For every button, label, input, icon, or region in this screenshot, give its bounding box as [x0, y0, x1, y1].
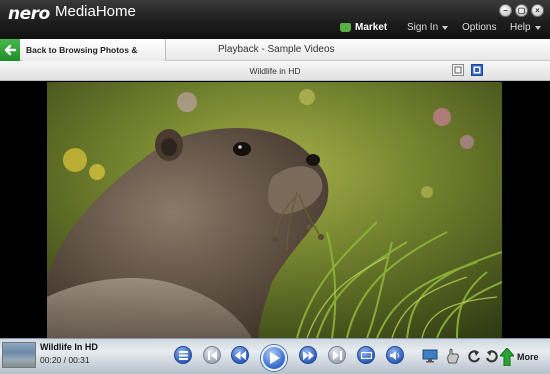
more-arrow-icon [500, 348, 514, 366]
close-icon: × [535, 6, 540, 15]
rotate-left-icon[interactable] [468, 348, 481, 363]
aspect-icon [360, 351, 372, 359]
help-label: Help [510, 22, 531, 33]
back-arrow-button[interactable] [0, 39, 20, 61]
options-menu[interactable]: Options [462, 22, 496, 33]
rewind-button[interactable] [231, 346, 249, 364]
next-button[interactable] [328, 346, 346, 364]
volume-icon [390, 350, 400, 360]
volume-button[interactable] [386, 346, 404, 364]
clip-title: Wildlife In HD [40, 342, 98, 352]
restore-icon: ▢ [517, 6, 526, 15]
share-hand-icon[interactable] [446, 348, 460, 364]
stop-button[interactable] [174, 346, 192, 364]
rewind-icon [234, 350, 246, 360]
next-icon [332, 350, 342, 360]
video-image [47, 82, 502, 338]
restore-button[interactable]: ▢ [515, 4, 528, 17]
fast-forward-icon [302, 350, 314, 360]
chevron-down-icon [442, 25, 449, 30]
page-title: Playback - Sample Videos [218, 44, 335, 55]
stop-icon [178, 350, 188, 360]
player-controls: Wildlife In HD 00:20 / 00:31 More [0, 338, 550, 374]
minimize-icon: – [503, 6, 508, 15]
navigation-bar: Back to Browsing Photos & Videos Playbac… [0, 39, 550, 77]
more-button[interactable]: More [500, 341, 548, 373]
video-title: Wildlife in HD [249, 66, 301, 76]
previous-button[interactable] [203, 346, 221, 364]
window-controls: – ▢ × [499, 4, 544, 17]
video-title-bar: Wildlife in HD [0, 61, 550, 81]
normal-view-icon[interactable] [452, 64, 464, 76]
title-bar: nero MediaHome Market Sign In Options He… [0, 0, 550, 39]
app-title: MediaHome [55, 3, 136, 20]
market-label: Market [355, 22, 388, 33]
fullscreen-view-icon[interactable] [471, 64, 483, 76]
aspect-ratio-button[interactable] [357, 346, 375, 364]
sign-in-label: Sign In [407, 22, 439, 33]
clip-thumbnail[interactable] [2, 342, 36, 368]
previous-icon [207, 350, 217, 360]
back-to-browsing-button[interactable]: Back to Browsing Photos & Videos [23, 39, 166, 77]
chevron-down-icon [534, 25, 541, 30]
close-button[interactable]: × [531, 4, 544, 17]
help-menu[interactable]: Help [510, 22, 541, 33]
tv-output-icon[interactable] [422, 349, 438, 363]
clip-time: 00:20 / 00:31 [40, 355, 90, 365]
sign-in-menu[interactable]: Sign In [407, 22, 449, 33]
fast-forward-button[interactable] [299, 346, 317, 364]
more-label: More [517, 352, 539, 362]
play-icon [269, 352, 280, 364]
market-bag-icon [340, 23, 351, 32]
options-label: Options [462, 22, 497, 33]
nero-logo: nero [8, 4, 50, 24]
rotate-right-icon[interactable] [485, 348, 498, 363]
play-button[interactable] [261, 345, 287, 371]
market-menu[interactable]: Market [340, 22, 387, 33]
minimize-button[interactable]: – [499, 4, 512, 17]
video-frame[interactable] [47, 82, 502, 338]
back-arrow-icon [4, 44, 17, 56]
